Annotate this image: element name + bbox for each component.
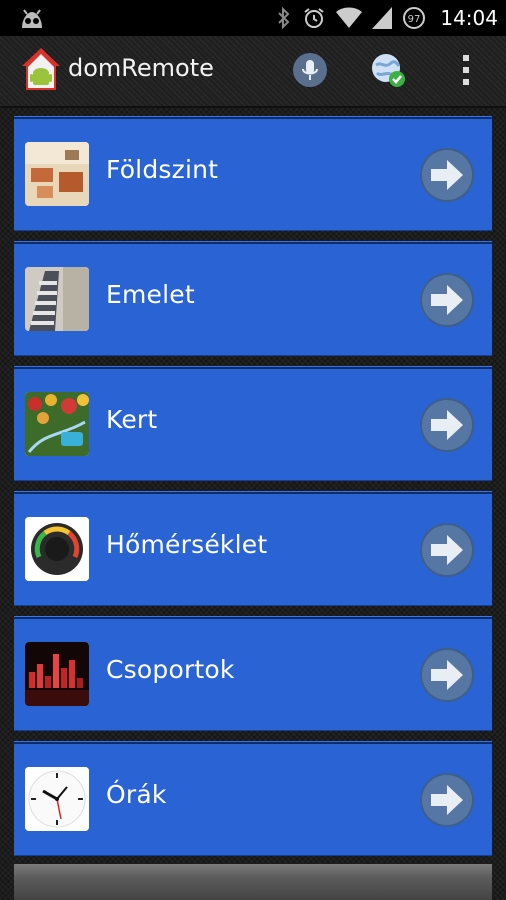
menu-item-label: Hőmérséklet bbox=[106, 530, 268, 559]
app-logo-icon[interactable] bbox=[20, 46, 62, 92]
battery-icon: 97 bbox=[402, 6, 426, 30]
arrow-right-icon[interactable] bbox=[419, 272, 475, 328]
app-title: domRemote bbox=[68, 54, 214, 82]
microphone-icon[interactable] bbox=[290, 50, 330, 90]
alarm-icon bbox=[302, 6, 326, 30]
arrow-right-icon[interactable] bbox=[419, 147, 475, 203]
menu-item-label: Órák bbox=[106, 780, 167, 809]
status-bar: 97 14:04 bbox=[0, 0, 506, 36]
menu-item-homerseklet[interactable]: Hőmérséklet bbox=[14, 491, 492, 606]
bluetooth-icon bbox=[276, 6, 292, 30]
menu-item-label: Emelet bbox=[106, 280, 195, 309]
menu-item-label: Kert bbox=[106, 405, 158, 434]
menu-item-label: Csoportok bbox=[106, 655, 235, 684]
menu-item-kert[interactable]: Kert bbox=[14, 366, 492, 481]
menu-item-label: Földszint bbox=[106, 155, 219, 184]
menu-item-foldszint[interactable]: Földszint bbox=[14, 116, 492, 231]
action-bar: domRemote bbox=[0, 36, 506, 108]
thermometer-gauge-thumbnail bbox=[25, 517, 89, 581]
arrow-right-icon[interactable] bbox=[419, 522, 475, 578]
signal-icon bbox=[372, 7, 393, 29]
clock-time: 14:04 bbox=[440, 6, 498, 30]
list-footer-divider bbox=[14, 864, 492, 900]
battery-level-text: 97 bbox=[408, 14, 421, 25]
arrow-right-icon[interactable] bbox=[419, 647, 475, 703]
menu-item-emelet[interactable]: Emelet bbox=[14, 241, 492, 356]
staircase-thumbnail bbox=[25, 267, 89, 331]
overflow-menu-icon[interactable] bbox=[446, 50, 486, 90]
menu-item-orak[interactable]: Órák bbox=[14, 741, 492, 856]
garden-thumbnail bbox=[25, 392, 89, 456]
groups-chart-thumbnail bbox=[25, 642, 89, 706]
menu-item-csoportok[interactable]: Csoportok bbox=[14, 616, 492, 731]
sync-globe-icon[interactable] bbox=[368, 50, 408, 90]
arrow-right-icon[interactable] bbox=[419, 397, 475, 453]
living-room-thumbnail bbox=[25, 142, 89, 206]
wifi-icon bbox=[336, 7, 363, 29]
arrow-right-icon[interactable] bbox=[419, 772, 475, 828]
android-debug-icon bbox=[18, 6, 46, 34]
clock-thumbnail bbox=[25, 767, 89, 831]
